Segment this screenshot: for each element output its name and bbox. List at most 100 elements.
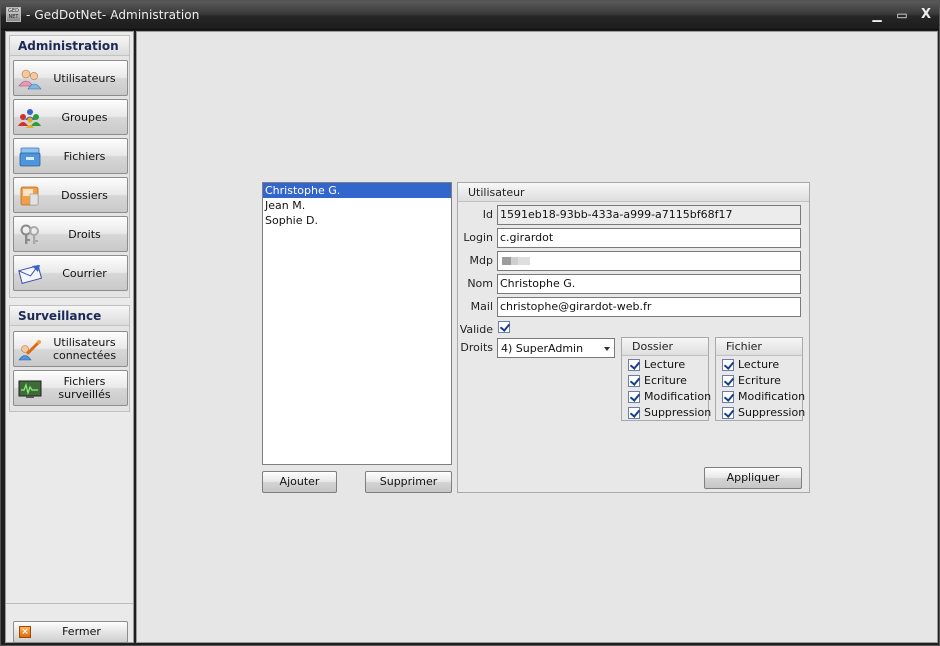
users-icon <box>18 69 42 90</box>
mail-icon <box>18 265 42 284</box>
folders-icon <box>20 186 39 206</box>
file-lecture-checkbox[interactable] <box>722 359 734 371</box>
login-field[interactable]: c.girardot <box>497 228 801 248</box>
perm-label: Ecriture <box>738 374 781 387</box>
file-permissions-header: Fichier <box>716 338 802 356</box>
rights-label: Droits <box>460 341 493 354</box>
delete-user-button[interactable]: Supprimer <box>365 471 452 493</box>
app-icon: GED NET <box>6 7 21 22</box>
sidebar-item-dossiers[interactable]: Dossiers <box>13 177 128 213</box>
sidebar-item-fichiers[interactable]: Fichiers <box>13 138 128 174</box>
fermer-label: Fermer <box>62 625 101 638</box>
perm-label: Modification <box>738 390 806 403</box>
surveillance-header: Surveillance <box>10 306 129 326</box>
file-suppression-checkbox[interactable] <box>722 407 734 419</box>
folder-modification-checkbox[interactable] <box>628 391 640 403</box>
list-item[interactable]: Jean M. <box>263 198 451 213</box>
administration-header: Administration <box>10 36 129 56</box>
close-window-button[interactable]: X <box>916 6 936 24</box>
perm-label: Suppression <box>644 406 712 419</box>
sidebar-item-droits[interactable]: Droits <box>13 216 128 252</box>
folder-perm-lecture[interactable]: Lecture <box>628 358 708 374</box>
sidebar-divider <box>6 603 133 604</box>
close-icon: × <box>19 626 31 638</box>
sidebar-item-courrier[interactable]: Courrier <box>13 255 128 291</box>
list-item[interactable]: Christophe G. <box>263 183 451 198</box>
perm-label: Lecture <box>644 358 686 371</box>
user-panel-header: Utilisateur <box>458 183 809 202</box>
folder-perm-modification[interactable]: Modification <box>628 390 712 406</box>
password-mask <box>502 257 530 265</box>
perm-label: Suppression <box>738 406 806 419</box>
perm-label: Modification <box>644 390 712 403</box>
sidebar-item-utilisateurs[interactable]: Utilisateurs <box>13 60 128 96</box>
folder-suppression-checkbox[interactable] <box>628 407 640 419</box>
sidebar-item-label: Utilisateurs <box>53 71 116 85</box>
folder-permissions-group: Dossier Lecture Ecriture Modification Su… <box>621 337 712 422</box>
add-user-button[interactable]: Ajouter <box>262 471 337 493</box>
minimize-button[interactable]: ▁ <box>867 6 887 24</box>
chevron-down-icon <box>604 347 610 351</box>
sidebar-item-fichiers-surveilles[interactable]: Fichiers surveillés <box>13 370 128 406</box>
file-permissions-group: Fichier Lecture Ecriture Modification Su… <box>715 337 806 422</box>
files-icon <box>19 147 41 167</box>
file-ecriture-checkbox[interactable] <box>722 375 734 387</box>
administration-group: Administration Utilisateurs Groupes Fich… <box>9 35 130 298</box>
mail-field[interactable]: christophe@girardot-web.fr <box>497 297 801 317</box>
user-list[interactable]: Christophe G. Jean M. Sophie D. <box>262 182 452 465</box>
sidebar-item-label: Fichiers surveillés <box>58 375 111 401</box>
password-field[interactable] <box>497 251 801 271</box>
file-perm-lecture[interactable]: Lecture <box>722 358 802 374</box>
name-row: Nom Christophe G. <box>458 274 811 294</box>
perm-label: Lecture <box>738 358 780 371</box>
id-label: Id <box>482 208 493 221</box>
valid-label: Valide <box>459 323 493 336</box>
sidebar-item-label: Droits <box>68 227 101 241</box>
sidebar-item-label: Fichiers <box>63 149 106 163</box>
sidebar-item-label: Groupes <box>61 110 108 124</box>
connected-users-icon <box>18 340 41 361</box>
mail-row: Mail christophe@girardot-web.fr <box>458 297 811 317</box>
folder-perm-ecriture[interactable]: Ecriture <box>628 374 708 390</box>
login-row: Login c.girardot <box>458 228 811 248</box>
monitor-icon <box>18 380 42 398</box>
apply-button[interactable]: Appliquer <box>704 467 802 489</box>
rights-select[interactable]: 4) SuperAdmin <box>497 338 615 358</box>
rights-value: 4) SuperAdmin <box>501 342 584 355</box>
mail-label: Mail <box>470 300 493 313</box>
sidebar-item-label: Utilisateurs connectées <box>52 336 117 362</box>
name-field[interactable]: Christophe G. <box>497 274 801 294</box>
title-bar[interactable]: GED NET - GedDotNet- Administration ▁ ▭ … <box>1 1 939 30</box>
window-title: - GedDotNet- Administration <box>26 8 200 22</box>
folder-permissions-header: Dossier <box>622 338 708 356</box>
user-panel: Utilisateur Id 1591eb18-93bb-433a-a999-a… <box>457 182 810 493</box>
sidebar-item-label: Dossiers <box>61 188 108 202</box>
file-perm-modification[interactable]: Modification <box>722 390 806 406</box>
id-field[interactable]: 1591eb18-93bb-433a-a999-a7115bf68f17 <box>497 205 801 225</box>
application-window: GED NET - GedDotNet- Administration ▁ ▭ … <box>0 0 940 646</box>
login-label: Login <box>463 231 493 244</box>
groups-icon <box>18 109 41 128</box>
keys-icon <box>20 224 39 244</box>
folder-perm-suppression[interactable]: Suppression <box>628 406 712 422</box>
sidebar: Administration Utilisateurs Groupes Fich… <box>5 31 134 643</box>
maximize-button[interactable]: ▭ <box>892 6 912 24</box>
surveillance-group: Surveillance Utilisateurs connectées Fic… <box>9 305 130 412</box>
sidebar-item-groupes[interactable]: Groupes <box>13 99 128 135</box>
sidebar-item-utilisateurs-connectees[interactable]: Utilisateurs connectées <box>13 331 128 367</box>
perm-label: Ecriture <box>644 374 687 387</box>
id-row: Id 1591eb18-93bb-433a-a999-a7115bf68f17 <box>458 205 811 225</box>
sidebar-item-label: Courrier <box>62 266 107 280</box>
file-perm-ecriture[interactable]: Ecriture <box>722 374 802 390</box>
file-modification-checkbox[interactable] <box>722 391 734 403</box>
name-label: Nom <box>467 277 493 290</box>
password-label: Mdp <box>469 254 493 267</box>
list-item[interactable]: Sophie D. <box>263 213 451 228</box>
folder-ecriture-checkbox[interactable] <box>628 375 640 387</box>
password-row: Mdp <box>458 251 811 271</box>
main-content: Christophe G. Jean M. Sophie D. Ajouter … <box>136 31 938 643</box>
folder-lecture-checkbox[interactable] <box>628 359 640 371</box>
fermer-button[interactable]: × Fermer <box>13 621 128 643</box>
file-perm-suppression[interactable]: Suppression <box>722 406 806 422</box>
valid-checkbox[interactable] <box>498 321 510 333</box>
